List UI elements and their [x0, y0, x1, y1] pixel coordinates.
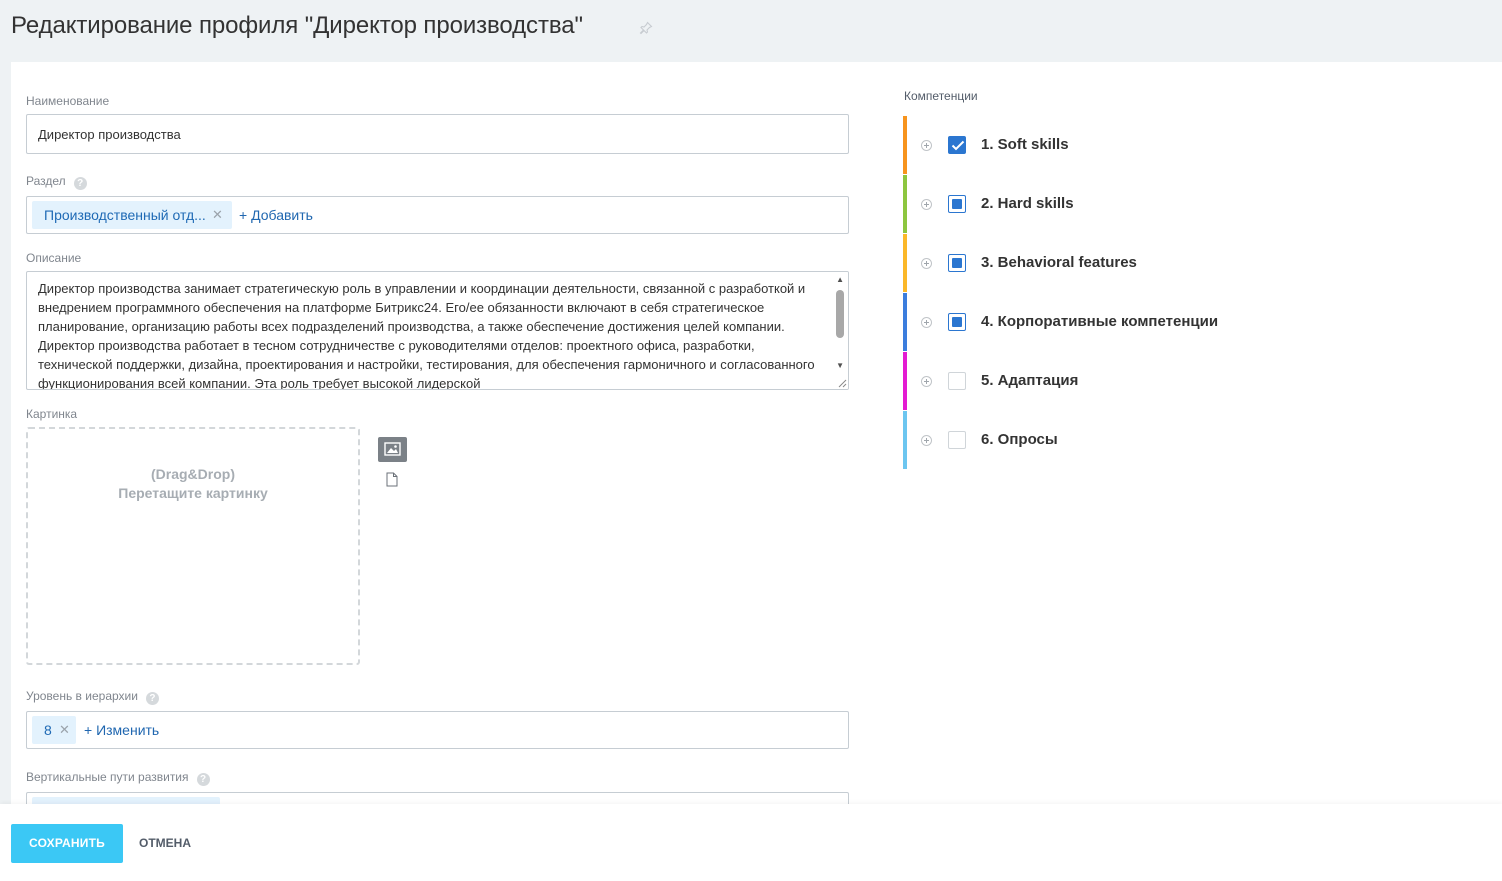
- competency-checkbox[interactable]: [948, 431, 966, 449]
- competency-label: 2. Hard skills: [981, 195, 1074, 212]
- competency-checkbox[interactable]: [948, 195, 966, 213]
- competency-color-bar: [903, 293, 907, 351]
- competency-label: 6. Опросы: [981, 431, 1058, 448]
- section-label-text: Раздел: [26, 174, 66, 188]
- checkmark-icon: [951, 140, 965, 151]
- hierarchy-selector[interactable]: 8 ✕ + Изменить: [26, 711, 849, 749]
- competency-checkbox[interactable]: [948, 372, 966, 390]
- name-input[interactable]: Директор производства: [26, 114, 849, 154]
- hierarchy-label: Уровень в иерархии?: [26, 689, 159, 705]
- description-label: Описание: [26, 251, 82, 265]
- vertical-paths-selector[interactable]: [26, 792, 849, 804]
- competency-label: 5. Адаптация: [981, 372, 1079, 389]
- hierarchy-tag-label: 8: [44, 722, 52, 738]
- textarea-scrollbar[interactable]: ▲ ▼: [831, 272, 848, 389]
- vertical-paths-label-text: Вертикальные пути развития: [26, 770, 189, 784]
- add-section-link[interactable]: + Добавить: [239, 207, 313, 223]
- expand-icon[interactable]: [921, 140, 932, 151]
- dropzone-hint-line1: (Drag&Drop): [151, 466, 235, 482]
- hierarchy-tag: 8 ✕: [32, 716, 76, 744]
- help-icon[interactable]: ?: [145, 692, 159, 705]
- competency-label: 3. Behavioral features: [981, 254, 1137, 271]
- competency-item[interactable]: 3. Behavioral features: [903, 234, 1303, 292]
- change-hierarchy-link[interactable]: + Изменить: [84, 722, 159, 738]
- expand-icon[interactable]: [921, 376, 932, 387]
- remove-tag-icon[interactable]: ✕: [212, 201, 223, 229]
- competency-item[interactable]: 1. Soft skills: [903, 116, 1303, 174]
- page-title: Редактирование профиля "Директор произво…: [11, 12, 583, 39]
- scroll-thumb[interactable]: [836, 290, 844, 338]
- cancel-button[interactable]: ОТМЕНА: [139, 824, 191, 863]
- competency-checkbox[interactable]: [948, 136, 966, 154]
- help-icon[interactable]: ?: [73, 177, 87, 190]
- competencies-title: Компетенции: [904, 89, 978, 103]
- competency-color-bar: [903, 116, 907, 174]
- competency-item[interactable]: 5. Адаптация: [903, 352, 1303, 410]
- competency-item[interactable]: 2. Hard skills: [903, 175, 1303, 233]
- section-label: Раздел?: [26, 174, 87, 190]
- competency-item[interactable]: 6. Опросы: [903, 411, 1303, 469]
- image-upload-button[interactable]: [378, 437, 407, 462]
- pin-icon[interactable]: [638, 20, 654, 36]
- expand-icon[interactable]: [921, 435, 932, 446]
- vertical-path-tag: [32, 797, 220, 804]
- section-selector[interactable]: Производственный отд... ✕ + Добавить: [26, 196, 849, 234]
- competency-label: 4. Корпоративные компетенции: [981, 313, 1219, 330]
- description-text: Директор производства занимает стратегич…: [38, 281, 815, 390]
- section-tag-label: Производственный отд...: [44, 207, 206, 223]
- competency-color-bar: [903, 352, 907, 410]
- competency-color-bar: [903, 175, 907, 233]
- expand-icon[interactable]: [921, 199, 932, 210]
- file-icon[interactable]: [386, 472, 398, 487]
- image-icon: [384, 442, 401, 456]
- scroll-down-icon[interactable]: ▼: [836, 361, 844, 370]
- description-textarea[interactable]: Директор производства занимает стратегич…: [26, 271, 849, 390]
- name-label: Наименование: [26, 94, 110, 108]
- hierarchy-label-text: Уровень в иерархии: [26, 689, 138, 703]
- resize-grip-icon[interactable]: [838, 379, 847, 388]
- competency-label: 1. Soft skills: [981, 136, 1069, 153]
- competency-checkbox[interactable]: [948, 254, 966, 272]
- competency-color-bar: [903, 411, 907, 469]
- picture-dropzone[interactable]: (Drag&Drop) Перетащите картинку: [26, 427, 360, 665]
- dropzone-hint-line2: Перетащите картинку: [118, 485, 268, 501]
- save-button[interactable]: СОХРАНИТЬ: [11, 824, 123, 863]
- name-input-value: Директор производства: [38, 127, 181, 142]
- help-icon[interactable]: ?: [196, 773, 210, 786]
- expand-icon[interactable]: [921, 258, 932, 269]
- picture-label: Картинка: [26, 407, 78, 421]
- competency-item[interactable]: 4. Корпоративные компетенции: [903, 293, 1303, 351]
- expand-icon[interactable]: [921, 317, 932, 328]
- page-header: Редактирование профиля "Директор произво…: [0, 0, 1502, 62]
- competency-color-bar: [903, 234, 907, 292]
- scroll-up-icon[interactable]: ▲: [836, 275, 844, 284]
- dropzone-hint: (Drag&Drop) Перетащите картинку: [28, 465, 358, 503]
- section-tag: Производственный отд... ✕: [32, 201, 232, 229]
- profile-form-card: Наименование Директор производства Разде…: [11, 62, 1502, 804]
- competency-checkbox[interactable]: [948, 313, 966, 331]
- form-footer: СОХРАНИТЬ ОТМЕНА: [0, 804, 1502, 881]
- vertical-paths-label: Вертикальные пути развития?: [26, 770, 210, 786]
- remove-tag-icon[interactable]: ✕: [59, 716, 70, 744]
